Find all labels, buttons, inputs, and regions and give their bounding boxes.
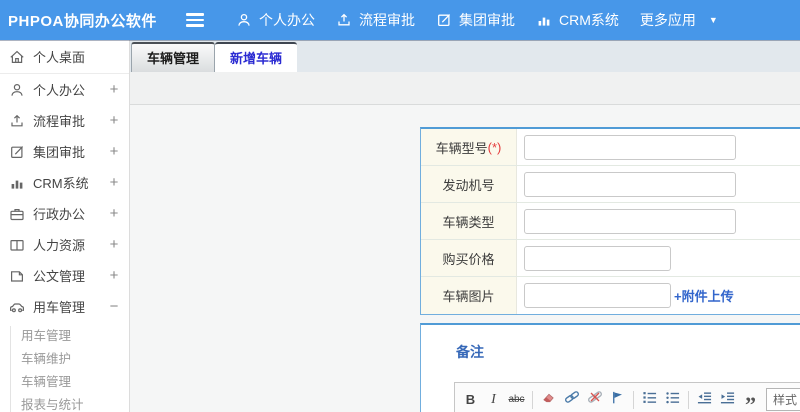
upload-icon: [336, 12, 352, 28]
vehicle-form: 车辆型号 (*) 发动机号 车辆类型 购买价格 车辆图片 +附件上传: [420, 127, 800, 315]
engine-number-input[interactable]: [524, 171, 736, 197]
nav-crm-system[interactable]: CRM系统: [536, 10, 619, 30]
remarks-title: 备注: [456, 344, 484, 360]
document-icon: [9, 268, 25, 284]
user-icon: [9, 82, 25, 98]
edit-icon: [436, 12, 452, 28]
tab-vehicle-management[interactable]: 车辆管理: [131, 42, 216, 72]
app-header: PHPOA协同办公软件 个人办公 流程审批 集团审批 CRM系统 更多应用 ▼: [0, 0, 800, 40]
expand-plus[interactable]: +: [108, 205, 120, 222]
sidebar: 个人桌面 个人办公 + 流程审批 + 集团审批 + CRM系统 + 行政办公 +…: [0, 40, 130, 412]
anchor-flag-button[interactable]: [606, 388, 629, 412]
field-label: 车辆型号: [435, 140, 488, 156]
ordered-list-icon: [642, 390, 657, 410]
submenu-item-vehicle-maintenance[interactable]: 车辆维护: [0, 348, 129, 371]
flag-icon: [610, 390, 625, 410]
submenu-item-vehicle-use[interactable]: 用车管理: [0, 325, 129, 348]
eraser-icon: [541, 390, 556, 410]
bold-button[interactable]: B: [459, 388, 482, 412]
sidebar-item-admin-office[interactable]: 行政办公 +: [0, 198, 129, 229]
form-row-price: 购买价格: [421, 240, 800, 277]
app-title: PHPOA协同办公软件: [8, 12, 157, 30]
required-marker: (*): [487, 139, 502, 155]
main-area: 车辆管理 新增车辆 车辆型号 (*) 发动机号 车辆类型 购买价格 车辆图片 +…: [130, 40, 800, 412]
strikethrough-button[interactable]: abc: [505, 388, 528, 412]
field-label: 车辆类型: [442, 214, 495, 230]
submenu-item-reports-statistics[interactable]: 报表与统计: [0, 394, 129, 412]
expand-plus[interactable]: +: [108, 112, 120, 129]
submenu-item-vehicle-management[interactable]: 车辆管理: [0, 371, 129, 394]
expand-plus[interactable]: +: [108, 267, 120, 284]
remarks-section: 备注 B I abc ” 样式: [420, 323, 800, 412]
user-icon: [236, 12, 252, 28]
sidebar-item-process-approval[interactable]: 流程审批 +: [0, 105, 129, 136]
sidebar-item-vehicle[interactable]: 用车管理 −: [0, 291, 129, 322]
caret-down-icon[interactable]: ▼: [709, 15, 718, 25]
home-icon: [9, 49, 25, 65]
link-button[interactable]: [560, 388, 583, 412]
italic-button[interactable]: I: [482, 388, 505, 412]
bullet-list-icon: [665, 390, 680, 410]
expand-plus[interactable]: +: [108, 143, 120, 160]
field-label: 购买价格: [442, 251, 495, 267]
tab-bar: 车辆管理 新增车辆: [130, 40, 800, 72]
bullet-list-button[interactable]: [661, 388, 684, 412]
remove-format-button[interactable]: [537, 388, 560, 412]
nav-more-apps[interactable]: 更多应用: [640, 10, 696, 30]
field-label: 发动机号: [442, 177, 495, 193]
unlink-icon[interactable]: [583, 388, 606, 412]
outdent-button[interactable]: [693, 388, 716, 412]
outdent-icon: [697, 390, 712, 410]
richtext-editor-toolbar: B I abc ” 样式: [454, 382, 800, 412]
bar-chart-icon: [9, 175, 25, 191]
sidebar-item-desktop[interactable]: 个人桌面: [0, 40, 129, 73]
book-icon: [9, 237, 25, 253]
nav-process-approval[interactable]: 流程审批: [336, 10, 415, 30]
vehicle-image-input[interactable]: [524, 283, 671, 308]
vehicle-model-input[interactable]: [524, 134, 736, 160]
content-area: 车辆型号 (*) 发动机号 车辆类型 购买价格 车辆图片 +附件上传 备注 B …: [130, 105, 800, 412]
style-dropdown[interactable]: 样式 ▼: [766, 388, 800, 411]
purchase-price-input[interactable]: [524, 245, 671, 271]
indent-button[interactable]: [716, 388, 739, 412]
nav-personal-office[interactable]: 个人办公: [236, 10, 315, 30]
expand-plus[interactable]: +: [108, 81, 120, 98]
expand-plus[interactable]: +: [108, 236, 120, 253]
car-icon: [9, 299, 25, 315]
attachment-upload-link[interactable]: +附件上传: [674, 286, 734, 305]
sidebar-item-personal-office[interactable]: 个人办公 +: [0, 74, 129, 105]
menu-toggle-button[interactable]: [186, 10, 204, 30]
toolbar-separator: [688, 390, 689, 409]
form-row-type: 车辆类型: [421, 203, 800, 240]
briefcase-icon: [9, 206, 25, 222]
top-navigation: 个人办公 流程审批 集团审批 CRM系统 更多应用 ▼: [236, 10, 718, 30]
collapse-minus[interactable]: −: [108, 298, 120, 315]
field-label: 车辆图片: [442, 289, 495, 304]
form-row-model: 车辆型号 (*): [421, 129, 800, 166]
indent-icon: [720, 390, 735, 410]
ordered-list-button[interactable]: [638, 388, 661, 412]
sidebar-item-hr[interactable]: 人力资源 +: [0, 229, 129, 260]
blockquote-button[interactable]: ”: [739, 388, 762, 412]
sidebar-item-documents[interactable]: 公文管理 +: [0, 260, 129, 291]
vehicle-type-input[interactable]: [524, 208, 736, 234]
tab-add-vehicle[interactable]: 新增车辆: [215, 42, 298, 72]
toolbar-separator: [532, 390, 533, 409]
link-icon: [564, 389, 580, 410]
form-row-image: 车辆图片 +附件上传: [421, 277, 800, 314]
nav-group-approval[interactable]: 集团审批: [436, 10, 515, 30]
form-row-engine: 发动机号: [421, 166, 800, 203]
upload-icon: [9, 113, 25, 129]
edit-icon: [9, 144, 25, 160]
bar-chart-icon: [536, 12, 552, 28]
vehicle-submenu: 用车管理 车辆维护 车辆管理 报表与统计: [0, 322, 129, 412]
sidebar-item-group-approval[interactable]: 集团审批 +: [0, 136, 129, 167]
expand-plus[interactable]: +: [108, 174, 120, 191]
toolbar-separator: [633, 390, 634, 409]
toolbar-strip: [130, 72, 800, 105]
sidebar-item-crm[interactable]: CRM系统 +: [0, 167, 129, 198]
